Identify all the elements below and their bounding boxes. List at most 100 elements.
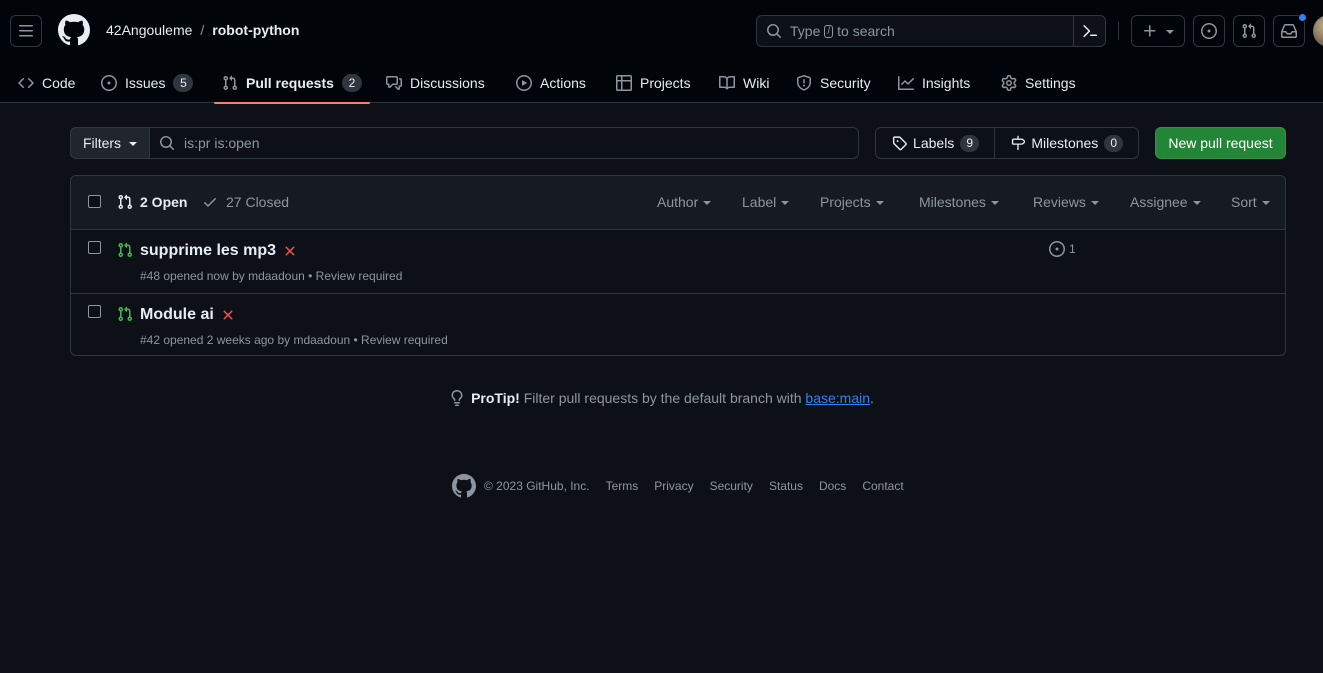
pr-title: supprime les mp3 [140, 242, 277, 259]
breadcrumb-separator: / [200, 22, 205, 38]
labels-count-badge: 9 [960, 134, 979, 152]
x-icon[interactable] [282, 243, 298, 259]
global-search-input[interactable]: Type / to search [756, 15, 1106, 47]
open-count-label: 2 Open [140, 194, 188, 210]
row-checkbox[interactable] [88, 305, 101, 318]
milestones-filter[interactable]: Milestones [919, 194, 999, 210]
footer-link-terms[interactable]: Terms [606, 479, 639, 493]
tab-actions[interactable]: Actions [508, 62, 594, 103]
github-logo-icon[interactable] [452, 474, 476, 498]
list-header: 2 Open 27 Closed Author Label Projects M… [71, 176, 1285, 230]
check-icon [204, 198, 216, 207]
pr-title: Module ai [140, 306, 214, 323]
tab-label: Security [820, 74, 871, 91]
linked-issue-count[interactable]: 1 [1049, 241, 1076, 257]
tab-code[interactable]: Code [10, 62, 83, 103]
footer: © 2023 GitHub, Inc. Terms Privacy Securi… [452, 474, 904, 498]
tab-pull-requests[interactable]: Pull requests 2 [214, 62, 370, 104]
header-divider [1118, 22, 1119, 40]
chevron-down-icon [1261, 200, 1270, 205]
shield-icon [797, 74, 811, 91]
tag-icon [892, 136, 907, 151]
milestones-button[interactable]: Milestones 0 [995, 127, 1139, 159]
footer-copyright: © 2023 GitHub, Inc. [484, 479, 590, 493]
tab-projects[interactable]: Projects [608, 62, 699, 103]
select-all-checkbox[interactable] [88, 195, 101, 208]
footer-link-docs[interactable]: Docs [819, 479, 846, 493]
tab-issues[interactable]: Issues 5 [93, 62, 201, 103]
pull-request-list: 2 Open 27 Closed Author Label Projects M… [70, 175, 1286, 356]
github-logo-icon[interactable] [58, 14, 90, 46]
label-filter[interactable]: Label [742, 194, 790, 210]
x-icon[interactable] [220, 307, 236, 323]
chevron-down-icon [875, 200, 884, 205]
chevron-down-icon [990, 200, 999, 205]
reviews-filter[interactable]: Reviews [1033, 194, 1099, 210]
pr-title-link[interactable]: Module ai [140, 306, 236, 324]
protip-text: Filter pull requests by the default bran… [523, 390, 802, 406]
avatar[interactable] [1313, 15, 1323, 47]
chevron-down-icon [1192, 200, 1201, 205]
chevron-down-icon [781, 200, 790, 205]
filter-search-input[interactable]: is:pr is:open [150, 127, 859, 159]
filter-label: Label [742, 194, 777, 210]
create-new-button[interactable] [1131, 15, 1185, 47]
filter-label: Author [657, 194, 699, 210]
author-filter[interactable]: Author [657, 194, 712, 210]
protip-link[interactable]: base:main [805, 390, 870, 406]
new-pull-request-button[interactable]: New pull request [1155, 127, 1286, 159]
issue-open-icon [101, 74, 117, 91]
repo-owner-link[interactable]: 42Angouleme [106, 22, 192, 38]
filter-label: Assignee [1130, 194, 1188, 210]
breadcrumb: 42Angouleme / robot-python [106, 22, 299, 38]
open-filter-link[interactable]: 2 Open [117, 194, 187, 210]
projects-filter[interactable]: Projects [820, 194, 884, 210]
assignee-filter[interactable]: Assignee [1130, 194, 1201, 210]
tab-label: Actions [540, 74, 586, 91]
search-placeholder-suffix: to search [837, 23, 895, 39]
app-header: 42Angouleme / robot-python Type / to sea… [0, 0, 1323, 104]
search-icon [766, 23, 782, 39]
git-pull-request-icon [223, 75, 238, 90]
labels-milestones-group: Labels 9 Milestones 0 [875, 127, 1139, 159]
pr-title-link[interactable]: supprime les mp3 [140, 242, 298, 260]
git-pull-request-icon [118, 242, 133, 258]
tab-settings[interactable]: Settings [993, 62, 1084, 103]
tab-label: Code [42, 74, 76, 91]
tab-label: Wiki [743, 74, 770, 91]
pull-requests-shortcut-button[interactable] [1233, 15, 1265, 47]
filters-label: Filters [82, 135, 122, 151]
protip-end: . [870, 390, 874, 406]
milestone-icon [1011, 135, 1026, 151]
filters-button[interactable]: Filters [70, 127, 150, 159]
footer-link-security[interactable]: Security [710, 479, 753, 493]
labels-button[interactable]: Labels 9 [875, 127, 995, 159]
tab-security[interactable]: Security [788, 62, 879, 103]
menu-button[interactable] [10, 15, 42, 47]
tab-insights[interactable]: Insights [890, 62, 978, 103]
footer-link-privacy[interactable]: Privacy [654, 479, 693, 493]
filters-bar: Filters is:pr is:open [70, 127, 859, 159]
comment-discussion-icon [386, 75, 402, 90]
graph-icon [898, 75, 914, 90]
search-icon [160, 136, 175, 151]
list-item: supprime les mp3 #48 opened now by mdaad… [71, 230, 1285, 293]
git-pull-request-icon [118, 306, 133, 322]
play-icon [516, 74, 532, 91]
milestones-label: Milestones [1031, 135, 1099, 151]
closed-filter-link[interactable]: 27 Closed [202, 194, 289, 210]
repo-name-link[interactable]: robot-python [212, 22, 299, 38]
footer-link-status[interactable]: Status [769, 479, 803, 493]
tab-discussions[interactable]: Discussions [378, 62, 493, 103]
git-pull-request-icon [1242, 23, 1257, 39]
issue-open-icon [1201, 23, 1217, 39]
command-palette-button[interactable] [1073, 16, 1105, 46]
tab-label: Insights [922, 74, 971, 91]
git-pull-request-icon [118, 194, 133, 210]
footer-link-contact[interactable]: Contact [862, 479, 903, 493]
issues-shortcut-button[interactable] [1193, 15, 1225, 47]
row-checkbox[interactable] [88, 241, 101, 254]
tab-wiki[interactable]: Wiki [711, 62, 777, 103]
pr-meta: #48 opened now by mdaadoun • Review requ… [140, 269, 403, 283]
sort-filter[interactable]: Sort [1231, 194, 1270, 210]
